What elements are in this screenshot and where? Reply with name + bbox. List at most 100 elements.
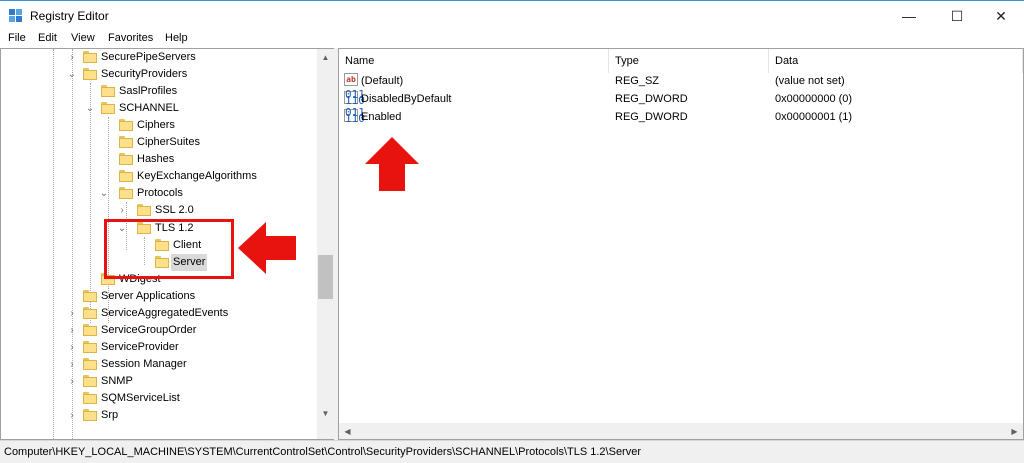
tree-item-securepipeservers[interactable]: › SecurePipeServers (67, 49, 198, 66)
dword-value-icon: 011 110 (344, 106, 365, 125)
tree-item-label: SaslProfiles (119, 85, 178, 97)
value-name: (Default) (361, 75, 404, 87)
red-arrow-left-icon (238, 222, 296, 274)
tree-item-hashes[interactable]: Hashes (103, 151, 176, 168)
folder-icon (83, 307, 97, 319)
values-horizontal-scrollbar[interactable]: ◀ ▶ (339, 423, 1023, 439)
scroll-right-arrow-icon[interactable]: ▶ (1006, 423, 1023, 439)
column-header-type[interactable]: Type (609, 49, 769, 74)
expand-arrow-icon[interactable]: › (117, 202, 127, 219)
status-bar-path: Computer\HKEY_LOCAL_MACHINE\SYSTEM\Curre… (0, 440, 1024, 463)
tree-item-label: Protocols (137, 187, 183, 199)
expand-arrow-icon[interactable]: › (67, 305, 77, 322)
string-value-icon: ab (344, 73, 358, 86)
menu-favorites[interactable]: Favorites (108, 32, 153, 44)
tree-item-label: CipherSuites (137, 136, 200, 148)
minimize-button[interactable]: — (886, 1, 932, 31)
folder-icon (119, 187, 133, 199)
tree-item-serviceprovider[interactable]: › ServiceProvider (67, 339, 181, 356)
expand-arrow-icon[interactable]: › (67, 407, 77, 424)
collapse-arrow-icon[interactable]: ⌄ (67, 66, 77, 83)
folder-icon (83, 51, 97, 63)
tree-item-ssl-2-0[interactable]: › SSL 2.0 (120, 202, 196, 219)
folder-icon (83, 392, 97, 404)
column-header-data[interactable]: Data (769, 49, 1023, 74)
value-type: REG_DWORD (615, 111, 688, 123)
tree-item-saslprofiles[interactable]: SaslProfiles (85, 83, 179, 100)
dword-value-icon: 011 110 (344, 88, 365, 107)
collapse-arrow-icon[interactable]: ⌄ (99, 185, 109, 202)
menu-help[interactable]: Help (165, 32, 188, 44)
value-row-disabledbydefault[interactable]: 011 110 DisabledByDefault REG_DWORD 0x000… (339, 88, 1023, 108)
folder-icon (83, 358, 97, 370)
tree-item-label: Srp (101, 409, 119, 421)
expand-arrow-icon[interactable]: › (67, 373, 77, 390)
value-row-default[interactable]: ab (Default) REG_SZ (value not set) (339, 73, 1023, 90)
highlight-box (104, 219, 234, 279)
tree-item-label: ServiceProvider (101, 341, 179, 353)
red-arrow-up-icon (365, 137, 419, 191)
folder-icon (119, 153, 133, 165)
scroll-left-arrow-icon[interactable]: ◀ (339, 423, 356, 439)
value-data: (value not set) (775, 75, 845, 87)
value-name: DisabledByDefault (361, 93, 452, 105)
tree-item-label: SQMServiceList (101, 392, 180, 404)
folder-icon (137, 204, 151, 216)
value-row-enabled[interactable]: 011 110 Enabled REG_DWORD 0x00000001 (1) (339, 106, 1023, 126)
tree-item-protocols[interactable]: ⌄ Protocols (100, 185, 185, 202)
folder-icon (83, 375, 97, 387)
menu-file[interactable]: File (8, 32, 26, 44)
values-list-pane[interactable]: Name Type Data ab (Default) REG_SZ (valu… (338, 48, 1024, 440)
menu-bar: File Edit View Favorites Help (0, 30, 1024, 49)
value-data: 0x00000001 (1) (775, 111, 853, 123)
tree-item-label: Hashes (137, 153, 175, 165)
tree-item-ciphersuites[interactable]: CipherSuites (103, 134, 202, 151)
title-bar: Registry Editor — ☐ ✕ (0, 0, 1024, 30)
expand-arrow-icon[interactable]: › (67, 339, 77, 356)
tree-vertical-scrollbar[interactable]: ▲ ▼ (317, 49, 334, 439)
tree-item-serviceaggregatedevents[interactable]: › ServiceAggregatedEvents (67, 305, 230, 322)
folder-icon (83, 290, 97, 302)
expand-arrow-icon[interactable]: › (67, 322, 77, 339)
tree-item-label: SecurityProviders (101, 68, 188, 80)
tree-item-label: SCHANNEL (119, 102, 179, 114)
tree-item-srp[interactable]: › Srp (67, 407, 120, 424)
tree-item-session-manager[interactable]: › Session Manager (67, 356, 189, 373)
tree-item-schannel[interactable]: ⌄ SCHANNEL (85, 100, 181, 117)
folder-icon (119, 119, 133, 131)
tree-item-label: ServiceAggregatedEvents (101, 307, 229, 319)
registry-editor-icon (9, 9, 23, 23)
folder-icon (101, 102, 115, 114)
collapse-arrow-icon[interactable]: ⌄ (85, 100, 95, 117)
tree-item-keyexchangealgorithms[interactable]: KeyExchangeAlgorithms (103, 168, 259, 185)
folder-icon (83, 341, 97, 353)
tree-item-label: Session Manager (101, 358, 187, 370)
expand-arrow-icon[interactable]: › (67, 356, 77, 373)
tree-item-label: KeyExchangeAlgorithms (137, 170, 257, 182)
window-title: Registry Editor (30, 9, 109, 23)
folder-icon (119, 136, 133, 148)
menu-view[interactable]: View (71, 32, 95, 44)
tree-item-server-applications[interactable]: Server Applications (67, 288, 197, 305)
tree-item-snmp[interactable]: › SNMP (67, 373, 135, 390)
folder-icon (83, 68, 97, 80)
tree-item-sqmservicelist[interactable]: SQMServiceList (67, 390, 182, 407)
menu-edit[interactable]: Edit (38, 32, 57, 44)
tree-item-label: SNMP (101, 375, 133, 387)
expand-arrow-icon[interactable]: › (67, 49, 77, 66)
scroll-up-arrow-icon[interactable]: ▲ (317, 49, 334, 66)
folder-icon (119, 170, 133, 182)
folder-icon (83, 409, 97, 421)
scroll-down-arrow-icon[interactable]: ▼ (317, 405, 334, 422)
scrollbar-thumb[interactable] (318, 255, 333, 299)
tree-item-label: ServiceGroupOrder (101, 324, 197, 336)
tree-item-ciphers[interactable]: Ciphers (103, 117, 177, 134)
value-name: Enabled (361, 111, 402, 123)
column-header-name[interactable]: Name (339, 49, 609, 74)
folder-icon (101, 85, 115, 97)
tree-item-label: Server Applications (101, 290, 196, 302)
maximize-button[interactable]: ☐ (934, 1, 980, 31)
tree-item-servicegrouporder[interactable]: › ServiceGroupOrder (67, 322, 198, 339)
tree-item-securityproviders[interactable]: ⌄ SecurityProviders (67, 66, 189, 83)
close-button[interactable]: ✕ (978, 1, 1024, 31)
